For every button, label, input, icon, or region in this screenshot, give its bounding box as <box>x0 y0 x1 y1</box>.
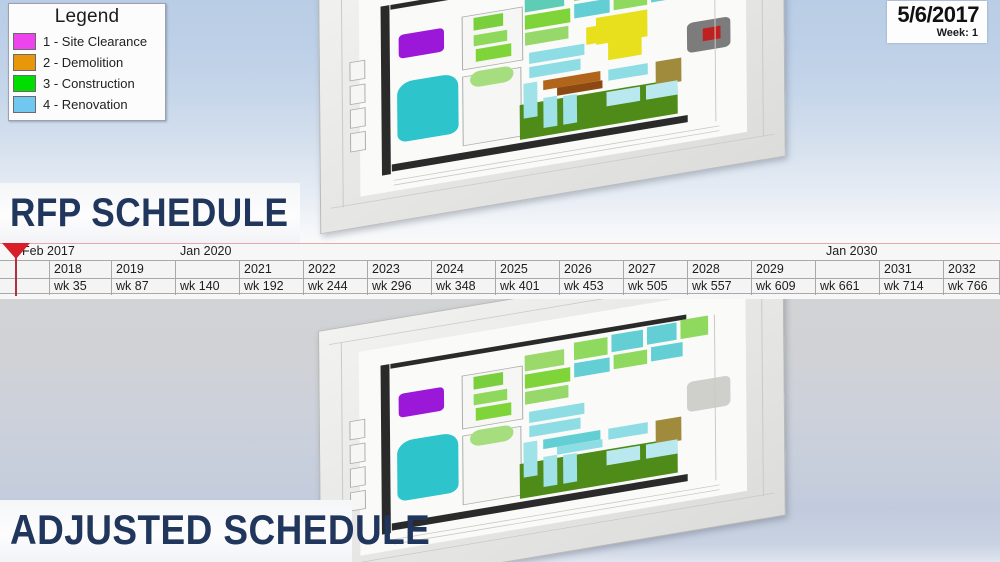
timeline-week-label: wk 714 <box>884 279 924 293</box>
legend-label-construction: 3 - Construction <box>43 76 135 91</box>
timeline-cell[interactable]: 2027 wk 505 <box>624 261 688 295</box>
timeline-cell[interactable]: 2025 wk 401 <box>496 261 560 295</box>
timeline-week-label: wk 505 <box>628 279 668 293</box>
timeline-week-label: wk 557 <box>692 279 732 293</box>
legend-swatch-construction <box>13 75 36 92</box>
timeline-year-label: 2027 <box>628 262 656 276</box>
timeline-week-label: wk 453 <box>564 279 604 293</box>
legend-swatch-site-clearance <box>13 33 36 50</box>
legend-label-site-clearance: 1 - Site Clearance <box>43 34 148 49</box>
timeline-week-label: wk 348 <box>436 279 476 293</box>
legend-item: 2 - Demolition <box>9 52 165 73</box>
timeline-week-label: wk 661 <box>820 279 860 293</box>
timeline-week-label: wk 296 <box>372 279 412 293</box>
timeline-cell[interactable]: 2024 wk 348 <box>432 261 496 295</box>
timeline-week-label: wk 244 <box>308 279 348 293</box>
legend-panel: Legend 1 - Site Clearance 2 - Demolition… <box>8 3 166 121</box>
timeline-cell[interactable]: 2028 wk 557 <box>688 261 752 295</box>
legend-item: 4 - Renovation <box>9 94 165 115</box>
timeline-grid: 2018 wk 35 2019 wk 87 wk 140 2021 wk 192 2022 wk… <box>0 260 1000 295</box>
rfp-schedule-panel: Legend 1 - Site Clearance 2 - Demolition… <box>0 0 1000 247</box>
timeline-year-label: 2023 <box>372 262 400 276</box>
timeline-epoch-label: Jan 2030 <box>826 244 878 258</box>
timeline-year-label: 2022 <box>308 262 336 276</box>
timeline-current-marker[interactable] <box>2 243 30 259</box>
timeline-cell[interactable]: 2031 wk 714 <box>880 261 944 295</box>
timeline-year-label: 2021 <box>244 262 272 276</box>
legend-item: 1 - Site Clearance <box>9 31 165 52</box>
site-plan-area <box>358 0 748 197</box>
legend-swatch-renovation <box>13 96 36 113</box>
timeline-cell[interactable]: 2029 wk 609 <box>752 261 816 295</box>
timeline-week-label: wk 609 <box>756 279 796 293</box>
timeline-week-label: wk 766 <box>948 279 988 293</box>
current-week: Week: 1 <box>936 27 978 39</box>
timeline-cell[interactable]: 2032 wk 766 <box>944 261 1000 295</box>
timeline-cell[interactable]: 2018 wk 35 <box>50 261 112 295</box>
timeline-epoch-row: Feb 2017 Jan 2020 Jan 2030 <box>0 243 1000 260</box>
presentation-slide: Legend 1 - Site Clearance 2 - Demolition… <box>0 0 1000 562</box>
timeline-year-label: 2032 <box>948 262 976 276</box>
timeline-cell[interactable]: 2019 wk 87 <box>112 261 176 295</box>
legend-item: 3 - Construction <box>9 73 165 94</box>
timeline-week-label: wk 35 <box>54 279 87 293</box>
legend-label-renovation: 4 - Renovation <box>43 97 128 112</box>
timeline-cell[interactable]: 2021 wk 192 <box>240 261 304 295</box>
timeline-cell[interactable]: 2022 wk 244 <box>304 261 368 295</box>
timeline-year-label: 2018 <box>54 262 82 276</box>
site-plan-board <box>318 0 786 235</box>
timeline-year-label: 2025 <box>500 262 528 276</box>
timeline-year-label: 2019 <box>116 262 144 276</box>
timeline-cell[interactable] <box>0 261 50 295</box>
timeline-cell[interactable]: wk 661 <box>816 261 880 295</box>
timeline-cell[interactable]: 2026 wk 453 <box>560 261 624 295</box>
rfp-schedule-title: RFP SCHEDULE <box>10 191 289 235</box>
timeline-week-label: wk 87 <box>116 279 149 293</box>
timeline-epoch-label: Jan 2020 <box>180 244 232 258</box>
timeline-cell[interactable]: wk 140 <box>176 261 240 295</box>
timeline-year-label: 2028 <box>692 262 720 276</box>
current-date: 5/6/2017 <box>897 2 979 27</box>
timeline-year-label: 2026 <box>564 262 592 276</box>
adjusted-schedule-title: ADJUSTED SCHEDULE <box>10 506 431 553</box>
timeline-week-label: wk 140 <box>180 279 220 293</box>
timeline-year-label: 2024 <box>436 262 464 276</box>
timeline-cell[interactable]: 2023 wk 296 <box>368 261 432 295</box>
legend-swatch-demolition <box>13 54 36 71</box>
current-date-box: 5/6/2017 Week: 1 <box>887 1 987 43</box>
timeline-week-label: wk 401 <box>500 279 540 293</box>
timeline-year-label: 2029 <box>756 262 784 276</box>
timeline-year-label: 2031 <box>884 262 912 276</box>
timeline-red-rule <box>0 243 1000 244</box>
legend-label-demolition: 2 - Demolition <box>43 55 124 70</box>
legend-title: Legend <box>54 6 120 27</box>
timeline-week-label: wk 192 <box>244 279 284 293</box>
timeline-axis[interactable]: Feb 2017 Jan 2020 Jan 2030 2018 wk 35 2019 wk… <box>0 243 1000 299</box>
